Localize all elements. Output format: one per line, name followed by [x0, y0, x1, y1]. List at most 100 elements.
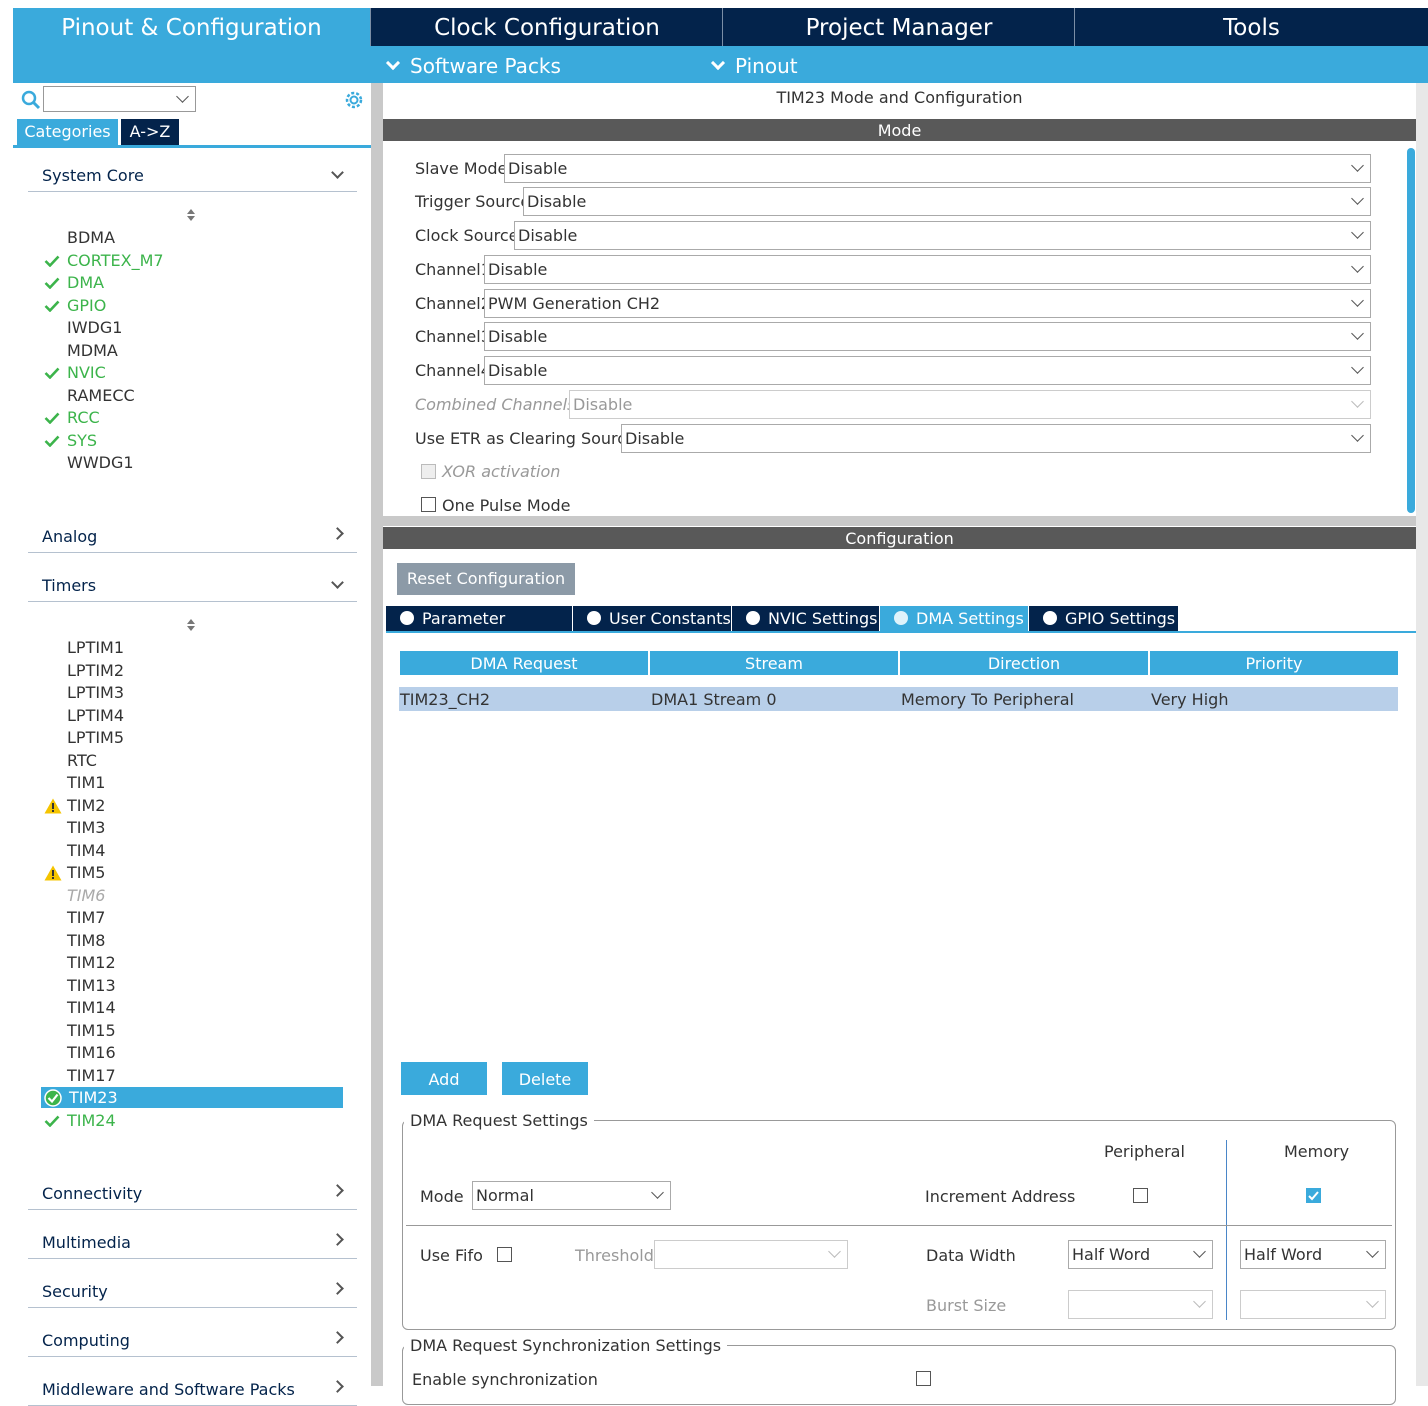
mode-field-select-channel4[interactable]: Disable [484, 356, 1371, 385]
section-label: Computing [42, 1331, 130, 1350]
cell-dma-request: TIM23_CH2 [400, 690, 491, 709]
sidebar-item-cortex-m7[interactable]: CORTEX_M7 [67, 250, 164, 272]
sidebar-item-lptim3[interactable]: LPTIM3 [67, 682, 124, 704]
search-icon[interactable] [21, 90, 41, 110]
sidebar-item-tim2[interactable]: TIM2 [67, 795, 105, 817]
col-stream[interactable]: Stream [650, 651, 898, 675]
sidebar-item-tim16[interactable]: TIM16 [67, 1042, 116, 1064]
check-circle-icon [894, 611, 908, 625]
tab-categories[interactable]: Categories [17, 119, 118, 145]
sort-icon[interactable] [185, 618, 197, 632]
mode-config-splitter[interactable] [383, 516, 1416, 526]
sidebar-item-iwdg1[interactable]: IWDG1 [67, 317, 122, 339]
software-packs-menu[interactable]: Software Packs [385, 46, 561, 83]
section-multimedia[interactable]: Multimedia [28, 1231, 357, 1259]
memory-increment-checkbox[interactable] [1306, 1188, 1321, 1203]
section-computing[interactable]: Computing [28, 1329, 357, 1357]
sidebar-item-tim24[interactable]: TIM24 [67, 1110, 116, 1132]
sidebar-item-sys[interactable]: SYS [67, 430, 97, 452]
sidebar-item-tim4[interactable]: TIM4 [67, 840, 105, 862]
col-priority[interactable]: Priority [1150, 651, 1398, 675]
sidebar-item-tim13[interactable]: TIM13 [67, 975, 116, 997]
col-dma-request[interactable]: DMA Request [400, 651, 648, 675]
sidebar-item-tim12[interactable]: TIM12 [67, 952, 116, 974]
sidebar-item-wwdg1[interactable]: WWDG1 [67, 452, 134, 474]
add-button[interactable]: Add [401, 1062, 487, 1095]
tab-tools[interactable]: Tools [1074, 8, 1428, 46]
sidebar-item-tim17[interactable]: TIM17 [67, 1065, 116, 1087]
sidebar-item-bdma[interactable]: BDMA [67, 227, 115, 249]
table-row[interactable] [399, 687, 1398, 711]
pinout-menu[interactable]: Pinout [710, 46, 798, 83]
warning-icon [44, 865, 62, 881]
dma-mode-value: Normal [476, 1186, 534, 1205]
sidebar-item-lptim2[interactable]: LPTIM2 [67, 660, 124, 682]
tab-gpio-settings[interactable]: GPIO Settings [1029, 606, 1178, 631]
tab-clock-configuration[interactable]: Clock Configuration [370, 8, 723, 46]
sidebar-item-lptim5[interactable]: LPTIM5 [67, 727, 124, 749]
one-pulse-mode-checkbox[interactable] [421, 497, 436, 512]
section-label: Multimedia [42, 1233, 131, 1252]
sidebar-item-tim1[interactable]: TIM1 [67, 772, 105, 794]
sidebar-item-rcc[interactable]: RCC [67, 407, 100, 429]
dma-mode-select[interactable]: Normal [472, 1181, 671, 1210]
sidebar-item-nvic[interactable]: NVIC [67, 362, 106, 384]
enable-sync-checkbox[interactable] [916, 1371, 931, 1386]
section-security[interactable]: Security [28, 1280, 357, 1308]
tab-user-constants[interactable]: User Constants [573, 606, 731, 631]
sort-icon[interactable] [185, 208, 197, 222]
mode-field-select-channel3[interactable]: Disable [484, 322, 1371, 351]
mode-field-label: Combined Channels [415, 395, 576, 414]
section-timers[interactable]: Timers [28, 574, 357, 602]
tab-nvic-settings[interactable]: NVIC Settings [732, 606, 879, 631]
sidebar-item-tim23[interactable]: TIM23 [69, 1087, 118, 1109]
mode-field-select-clock-source[interactable]: Disable [514, 221, 1371, 250]
check-circle-icon [1043, 611, 1057, 625]
sidebar-item-lptim1[interactable]: LPTIM1 [67, 637, 124, 659]
search-input[interactable] [43, 86, 196, 112]
mode-field-select-use-etr-as-clearing-source[interactable]: Disable [621, 424, 1371, 453]
sidebar-item-ramecc[interactable]: RAMECC [67, 385, 135, 407]
sidebar-item-dma[interactable]: DMA [67, 272, 104, 294]
sidebar-item-tim5[interactable]: TIM5 [67, 862, 105, 884]
gear-icon[interactable] [343, 89, 365, 111]
sidebar-item-tim15[interactable]: TIM15 [67, 1020, 116, 1042]
sidebar-item-tim6[interactable]: TIM6 [67, 885, 105, 907]
sidebar-item-gpio[interactable]: GPIO [67, 295, 106, 317]
check-icon [44, 1089, 62, 1107]
tab-dma-settings[interactable]: DMA Settings [880, 606, 1028, 631]
col-direction[interactable]: Direction [900, 651, 1148, 675]
mode-field-select-slave-mode[interactable]: Disable [504, 154, 1371, 183]
panel-splitter[interactable] [371, 83, 383, 1386]
sidebar-item-rtc[interactable]: RTC [67, 750, 97, 772]
chevron-right-icon [331, 1331, 344, 1344]
memory-data-width-select[interactable]: Half Word [1240, 1240, 1386, 1269]
mode-field-select-channel1[interactable]: Disable [484, 255, 1371, 284]
burst-size-label: Burst Size [926, 1296, 1007, 1315]
mode-field-select-trigger-source[interactable]: Disable [523, 187, 1371, 216]
sidebar-item-tim14[interactable]: TIM14 [67, 997, 116, 1019]
peripheral-data-width-select[interactable]: Half Word [1068, 1240, 1213, 1269]
section-system-core[interactable]: System Core [28, 164, 357, 192]
peripheral-increment-checkbox[interactable] [1133, 1188, 1148, 1203]
section-connectivity[interactable]: Connectivity [28, 1182, 357, 1210]
mode-field-select-channel2[interactable]: PWM Generation CH2 [484, 289, 1371, 318]
sidebar-item-tim8[interactable]: TIM8 [67, 930, 105, 952]
mode-scrollbar[interactable] [1407, 148, 1415, 513]
sidebar-item-tim3[interactable]: TIM3 [67, 817, 105, 839]
section-middleware[interactable]: Middleware and Software Packs [28, 1378, 357, 1406]
delete-button[interactable]: Delete [502, 1062, 588, 1095]
tab-pinout-configuration[interactable]: Pinout & Configuration [13, 8, 370, 46]
mode-field-select-combined-channels: Disable [569, 390, 1371, 419]
reset-configuration-button[interactable]: Reset Configuration [397, 563, 575, 595]
tab-project-manager[interactable]: Project Manager [722, 8, 1075, 46]
sidebar-item-lptim4[interactable]: LPTIM4 [67, 705, 124, 727]
tab-parameter-settings[interactable]: Parameter Settings [386, 606, 572, 653]
tab-a-z[interactable]: A->Z [121, 119, 179, 145]
section-analog[interactable]: Analog [28, 525, 357, 553]
sidebar-item-mdma[interactable]: MDMA [67, 340, 118, 362]
category-underline [13, 145, 371, 148]
tab-label: DMA Settings [916, 609, 1024, 628]
sidebar-item-tim7[interactable]: TIM7 [67, 907, 105, 929]
use-fifo-checkbox[interactable] [497, 1247, 512, 1262]
